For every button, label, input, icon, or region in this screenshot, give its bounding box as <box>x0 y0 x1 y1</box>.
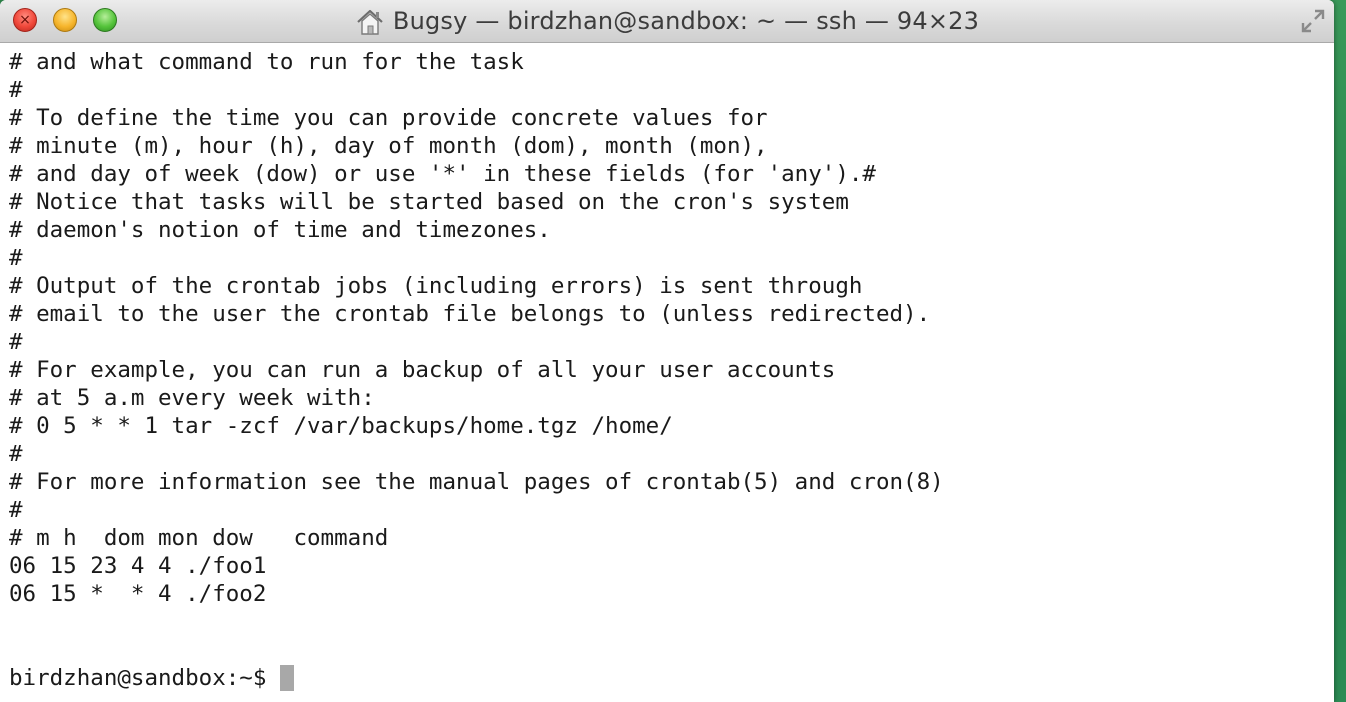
title-bar[interactable]: × Bugsy — birdzhan@sandbox: ~ — ssh — 94… <box>0 0 1334 43</box>
terminal-line: # For example, you can run a backup of a… <box>9 357 836 383</box>
terminal-line: # <box>9 77 23 103</box>
terminal-line: # minute (m), hour (h), day of month (do… <box>9 133 768 159</box>
terminal-window: × Bugsy — birdzhan@sandbox: ~ — ssh — 94… <box>0 0 1334 702</box>
terminal-line: # 0 5 * * 1 tar -zcf /var/backups/home.t… <box>9 413 673 439</box>
terminal-line: # and day of week (dow) or use '*' in th… <box>9 161 876 187</box>
terminal-line: # Output of the crontab jobs (including … <box>9 273 863 299</box>
terminal-line: # <box>9 441 23 467</box>
terminal-line: # email to the user the crontab file bel… <box>9 301 931 327</box>
terminal-line: # at 5 a.m every week with: <box>9 385 375 411</box>
text-cursor <box>280 665 295 691</box>
terminal-line: # For more information see the manual pa… <box>9 469 944 495</box>
home-icon <box>357 9 383 35</box>
terminal-line: # m h dom mon dow command <box>9 525 389 551</box>
terminal-line: # Notice that tasks will be started base… <box>9 189 849 215</box>
terminal-line: # and what command to run for the task <box>9 49 524 75</box>
terminal-line: 06 15 23 4 4 ./foo1 <box>9 553 267 579</box>
terminal-line: # <box>9 245 23 271</box>
terminal-line: 06 15 * * 4 ./foo2 <box>9 581 267 607</box>
title-container: Bugsy — birdzhan@sandbox: ~ — ssh — 94×2… <box>0 0 1334 42</box>
terminal-line: # To define the time you can provide con… <box>9 105 768 131</box>
terminal-line: # daemon's notion of time and timezones. <box>9 217 551 243</box>
desktop-background <box>1332 0 1346 702</box>
command-prompt[interactable]: birdzhan@sandbox:~$ <box>9 664 295 692</box>
terminal-output[interactable]: # and what command to run for the task #… <box>0 44 1334 702</box>
terminal-line: # <box>9 329 23 355</box>
fullscreen-icon[interactable] <box>1298 6 1328 36</box>
terminal-line: # <box>9 497 23 523</box>
prompt-text: birdzhan@sandbox:~$ <box>9 665 267 691</box>
window-title: Bugsy — birdzhan@sandbox: ~ — ssh — 94×2… <box>392 7 980 35</box>
